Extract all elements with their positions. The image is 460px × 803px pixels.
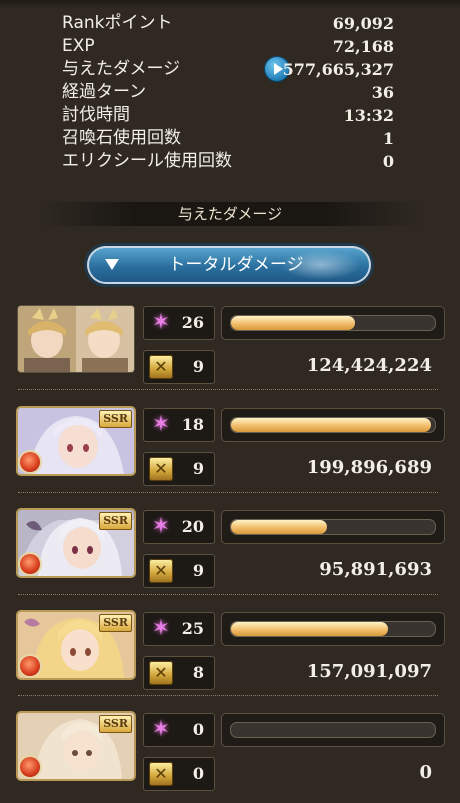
chain-burst-icon xyxy=(149,355,173,379)
damage-bar-fill xyxy=(231,622,389,636)
character-row: SSR ✶ 25 8 157,091,097 xyxy=(0,612,460,702)
character-portrait[interactable]: SSR xyxy=(18,510,134,576)
chain-count-box: 8 xyxy=(143,656,215,690)
stat-label: 与えたダメージ xyxy=(62,59,181,79)
skill-count: 18 xyxy=(181,415,204,434)
stat-value: 72,168 xyxy=(332,37,394,56)
fire-element-icon xyxy=(20,757,40,777)
damage-bar xyxy=(221,306,445,340)
stat-label: EXP xyxy=(62,36,95,56)
skill-count: 20 xyxy=(181,517,204,536)
chain-count-box: 9 xyxy=(143,452,215,486)
sparkle-icon: ✶ xyxy=(151,514,171,539)
row-divider xyxy=(18,695,438,696)
damage-bar xyxy=(221,612,445,646)
character-portrait[interactable] xyxy=(18,306,134,372)
damage-bar xyxy=(221,510,445,544)
skill-count: 25 xyxy=(181,619,204,638)
damage-bar-track xyxy=(230,722,436,738)
fire-element-icon xyxy=(20,554,40,574)
stat-label: エリクシール使用回数 xyxy=(62,151,232,171)
character-row: SSR ✶ 0 0 0 xyxy=(0,713,460,803)
fire-element-icon xyxy=(20,656,40,676)
character-portrait[interactable]: SSR xyxy=(18,612,134,678)
fire-element-icon xyxy=(20,452,40,472)
damage-bar-fill xyxy=(231,316,356,330)
chain-count-box: 0 xyxy=(143,757,215,791)
chain-count: 8 xyxy=(192,663,204,682)
ssr-badge: SSR xyxy=(99,512,132,530)
skill-count: 0 xyxy=(192,720,204,739)
chain-burst-icon xyxy=(149,559,173,583)
character-portrait[interactable]: SSR xyxy=(18,408,134,474)
damage-bar xyxy=(221,408,445,442)
damage-bar-fill xyxy=(231,418,431,432)
sparkle-icon: ✶ xyxy=(151,310,171,335)
stat-value: 69,092 xyxy=(332,14,394,33)
stat-damage-dealt: 与えたダメージ 577,665,327 xyxy=(62,56,394,82)
top-edge xyxy=(0,0,460,8)
stat-value: 0 xyxy=(382,152,394,171)
chain-count: 9 xyxy=(192,459,204,478)
chain-burst-icon xyxy=(149,661,173,685)
character-row: SSR ✶ 18 9 199,896,689 xyxy=(0,408,460,498)
stat-summon-uses: 召喚石使用回数 1 xyxy=(62,127,394,150)
damage-total: 199,896,689 xyxy=(306,457,432,478)
skill-count-box: ✶ 20 xyxy=(143,510,215,544)
damage-total: 124,424,224 xyxy=(306,355,432,376)
ssr-badge: SSR xyxy=(99,715,132,733)
stat-label: 召喚石使用回数 xyxy=(62,128,181,148)
damage-bar-track xyxy=(230,417,436,433)
damage-bar-track xyxy=(230,621,436,637)
character-row: ✶ 26 9 124,424,224 xyxy=(0,306,460,396)
portrait-art xyxy=(18,306,134,372)
skill-count-box: ✶ 25 xyxy=(143,612,215,646)
stat-battle-time: 討伐時間 13:32 xyxy=(62,104,394,127)
chain-count: 0 xyxy=(192,764,204,783)
section-title: 与えたダメージ xyxy=(177,205,283,223)
chain-count: 9 xyxy=(192,357,204,376)
stat-turns-elapsed: 経過ターン 36 xyxy=(62,81,394,104)
stat-value: 577,665,327 xyxy=(282,60,394,79)
character-portrait[interactable]: SSR xyxy=(18,713,134,779)
stat-rank-points: Rankポイント 69,092 xyxy=(62,12,394,35)
stat-label: 討伐時間 xyxy=(62,105,130,125)
stat-label: 経過ターン xyxy=(62,82,147,102)
damage-total: 95,891,693 xyxy=(319,559,432,580)
damage-total: 0 xyxy=(419,762,432,783)
character-row: SSR ✶ 20 9 95,891,693 xyxy=(0,510,460,600)
damage-bar-track xyxy=(230,519,436,535)
sparkle-icon: ✶ xyxy=(151,412,171,437)
damage-bar xyxy=(221,713,445,747)
ssr-badge: SSR xyxy=(99,614,132,632)
skill-count-box: ✶ 18 xyxy=(143,408,215,442)
stat-elixir-uses: エリクシール使用回数 0 xyxy=(62,150,394,173)
damage-total: 157,091,097 xyxy=(306,661,432,682)
stat-label: Rankポイント xyxy=(62,13,173,33)
chain-count: 9 xyxy=(192,561,204,580)
stat-exp: EXP 72,168 xyxy=(62,35,394,58)
chain-count-box: 9 xyxy=(143,554,215,588)
row-divider xyxy=(18,594,438,595)
stat-value: 36 xyxy=(371,83,394,102)
row-divider xyxy=(18,389,438,390)
damage-bar-track xyxy=(230,315,436,331)
skill-count-box: ✶ 0 xyxy=(143,713,215,747)
damage-type-dropdown[interactable]: トータルダメージ xyxy=(87,246,371,284)
chain-burst-icon xyxy=(149,457,173,481)
stat-value: 13:32 xyxy=(343,106,394,125)
damage-bar-fill xyxy=(231,520,327,534)
sparkle-icon: ✶ xyxy=(151,717,171,742)
skill-count: 26 xyxy=(181,313,204,332)
sparkle-icon: ✶ xyxy=(151,616,171,641)
stat-value: 1 xyxy=(382,129,394,148)
skill-count-box: ✶ 26 xyxy=(143,306,215,340)
chain-count-box: 9 xyxy=(143,350,215,384)
dropdown-label: トータルダメージ xyxy=(168,255,304,275)
chain-burst-icon xyxy=(149,762,173,786)
row-divider xyxy=(18,492,438,493)
ssr-badge: SSR xyxy=(99,410,132,428)
